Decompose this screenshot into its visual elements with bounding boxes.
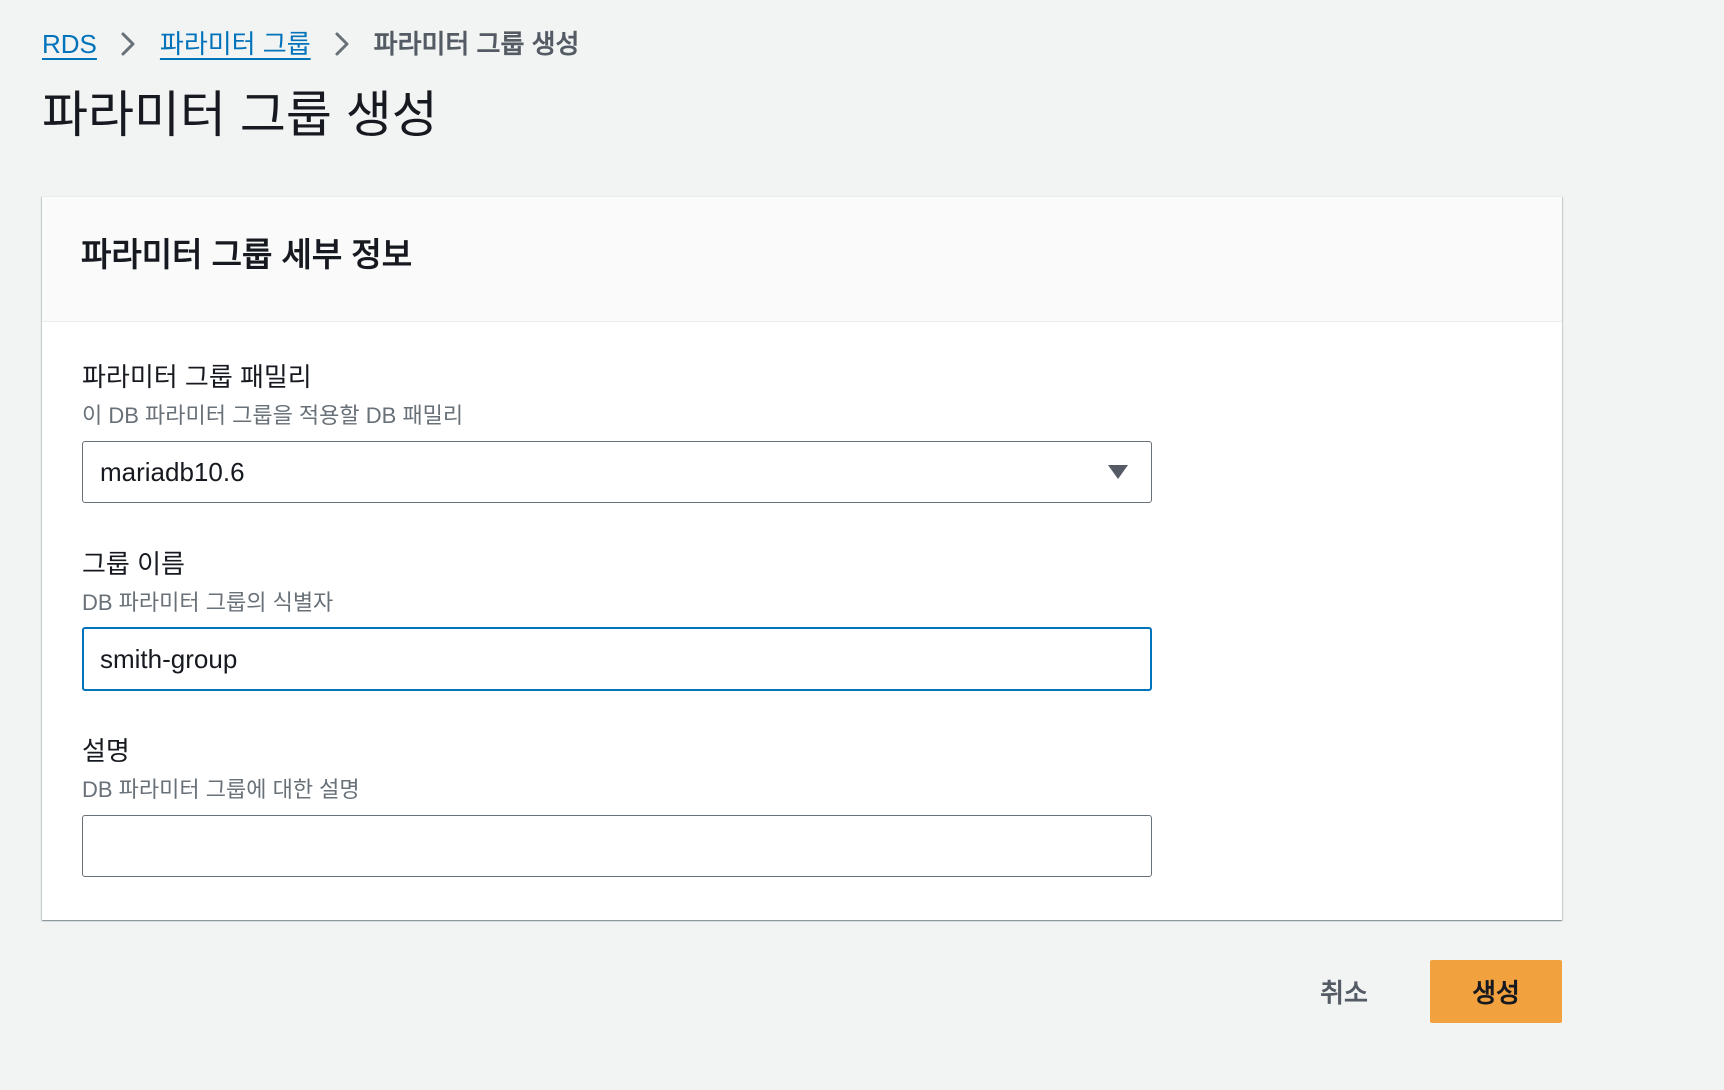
card-header: 파라미터 그룹 세부 정보 <box>42 197 1562 322</box>
caret-down-icon <box>1107 463 1129 481</box>
breadcrumb-current: 파라미터 그룹 생성 <box>373 29 580 59</box>
family-description: 이 DB 파라미터 그룹을 적용할 DB 패밀리 <box>82 403 464 428</box>
create-button[interactable]: 생성 <box>1430 960 1562 1023</box>
chevron-right-icon <box>334 30 350 58</box>
parameter-group-details-card: 파라미터 그룹 세부 정보 파라미터 그룹 패밀리 이 DB 파라미터 그룹을 … <box>42 196 1562 920</box>
field-group-name: 그룹 이름 DB 파라미터 그룹의 식별자 <box>82 547 1562 691</box>
field-description: 설명 DB 파라미터 그룹에 대한 설명 <box>82 734 1562 877</box>
description-help-text: DB 파라미터 그룹에 대한 설명 <box>82 777 360 802</box>
group-name-label: 그룹 이름 <box>82 549 185 579</box>
family-label: 파라미터 그룹 패밀리 <box>82 362 312 392</box>
field-parameter-group-family: 파라미터 그룹 패밀리 이 DB 파라미터 그룹을 적용할 DB 패밀리 mar… <box>82 360 1562 503</box>
card-title: 파라미터 그룹 세부 정보 <box>81 236 413 273</box>
form-actions: 취소 생성 <box>1294 960 1562 1023</box>
page-title: 파라미터 그룹 생성 <box>42 87 438 143</box>
family-select[interactable]: mariadb10.6 <box>82 441 1152 503</box>
card-body: 파라미터 그룹 패밀리 이 DB 파라미터 그룹을 적용할 DB 패밀리 mar… <box>42 322 1562 877</box>
description-input[interactable] <box>82 815 1152 877</box>
cancel-button[interactable]: 취소 <box>1294 960 1394 1023</box>
group-name-input[interactable] <box>82 627 1152 691</box>
group-name-description: DB 파라미터 그룹의 식별자 <box>82 590 334 615</box>
description-label: 설명 <box>82 736 130 766</box>
breadcrumb: RDS 파라미터 그룹 파라미터 그룹 생성 <box>42 27 579 61</box>
breadcrumb-link-parameter-groups[interactable]: 파라미터 그룹 <box>160 27 311 61</box>
family-select-value: mariadb10.6 <box>100 456 245 487</box>
breadcrumb-link-rds[interactable]: RDS <box>42 27 97 61</box>
chevron-right-icon <box>120 30 136 58</box>
